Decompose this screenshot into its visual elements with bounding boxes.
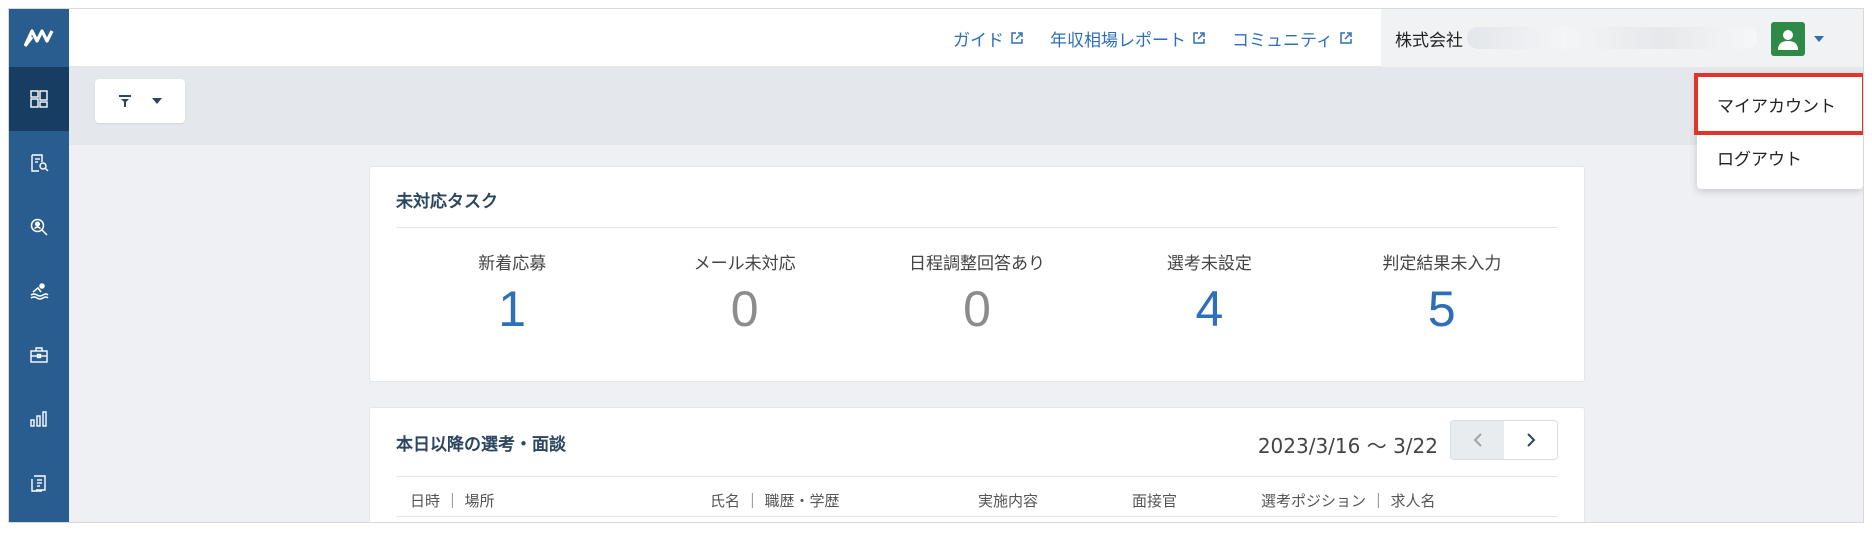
user-menu-dropdown: マイアカウント ログアウト: [1694, 73, 1863, 189]
stat-value: 0: [730, 281, 759, 337]
user-menu-toggle[interactable]: [1771, 22, 1825, 56]
stat-value: 4: [1195, 281, 1224, 337]
stat-label: メール未対応: [693, 254, 796, 274]
nav-search[interactable]: [9, 195, 69, 259]
nav-reports[interactable]: [9, 387, 69, 451]
bar-chart-icon: [30, 411, 47, 427]
week-pager: [1450, 420, 1558, 460]
table-header-divider: [396, 516, 1558, 517]
stat-selection-unset[interactable]: 選考未設定 4: [1093, 249, 1325, 334]
stat-new-applications[interactable]: 新着応募 1: [396, 249, 628, 334]
avatar: [1771, 22, 1805, 56]
external-link-icon: [1011, 32, 1023, 44]
column-header-datetime[interactable]: 日時 ｜ 場所: [410, 490, 495, 511]
stat-label: 新着応募: [478, 254, 547, 274]
salary-report-link[interactable]: 年収相場レポート: [1050, 26, 1206, 51]
briefcase-icon: [30, 347, 48, 363]
stat-label: 判定結果未入力: [1382, 254, 1502, 274]
pending-tasks-title: 未対応タスク: [396, 192, 498, 212]
highlight-box: [1694, 73, 1863, 135]
task-stats: 新着応募 1 メール未対応 0 日程調整回答あり 0 選考未設定 4 判定結果未…: [396, 249, 1558, 334]
stat-unanswered-mail[interactable]: メール未対応 0: [628, 249, 860, 334]
caret-down-icon: [152, 98, 162, 104]
filter-button[interactable]: [95, 79, 185, 123]
date-range: 2023/3/16 〜 3/22: [1257, 434, 1438, 458]
app-window: ガイド 年収相場レポート コミュニティ 株式会社 未対応タスク 新着応募 1 メ…: [8, 8, 1864, 523]
external-link-icon: [1193, 32, 1205, 44]
next-week-button[interactable]: [1504, 421, 1557, 459]
caret-down-icon: [1814, 36, 1824, 42]
person-search-icon: [30, 218, 48, 236]
logout-label: ログアウト: [1717, 149, 1802, 170]
filter-icon: [119, 95, 131, 107]
chevron-left-icon: [1473, 433, 1482, 447]
header-links: ガイド 年収相場レポート コミュニティ: [953, 9, 1353, 67]
guide-link[interactable]: ガイド: [953, 26, 1024, 51]
sidebar: [9, 9, 69, 522]
guide-link-label: ガイド: [953, 30, 1005, 51]
dashboard-icon: [30, 90, 48, 108]
nav-swim[interactable]: [9, 259, 69, 323]
upcoming-interviews-title: 本日以降の選考・面談: [396, 435, 566, 455]
upcoming-interviews-card: 本日以降の選考・面談 2023/3/16 〜 3/22 日時 ｜ 場所 氏名 ｜…: [369, 407, 1585, 522]
stat-schedule-replies[interactable]: 日程調整回答あり 0: [861, 249, 1093, 334]
community-link[interactable]: コミュニティ: [1232, 26, 1353, 51]
stat-label: 日程調整回答あり: [909, 254, 1046, 274]
logout-menu-item[interactable]: ログアウト: [1697, 133, 1863, 181]
nav-applicants[interactable]: [9, 131, 69, 195]
salary-report-link-label: 年収相場レポート: [1050, 30, 1187, 51]
previous-week-button[interactable]: [1451, 421, 1504, 459]
column-header-name[interactable]: 氏名 ｜ 職歴・学歴: [710, 490, 840, 511]
card-divider: [396, 476, 1558, 477]
filter-toolbar: [69, 67, 1863, 145]
pending-tasks-card: 未対応タスク 新着応募 1 メール未対応 0 日程調整回答あり 0 選考未設定 …: [369, 166, 1585, 382]
column-header-content[interactable]: 実施内容: [978, 490, 1038, 511]
chevron-right-icon: [1526, 433, 1535, 447]
community-link-label: コミュニティ: [1232, 30, 1333, 51]
stat-value: 1: [498, 281, 527, 337]
stat-result-not-entered[interactable]: 判定結果未入力 5: [1326, 249, 1558, 334]
nav-dashboard[interactable]: [9, 67, 69, 131]
company-name: 株式会社: [1395, 30, 1463, 51]
logo-mark-icon: [24, 29, 54, 47]
nav-jobs[interactable]: [9, 323, 69, 387]
stat-label: 選考未設定: [1166, 254, 1252, 274]
swimmer-icon: [30, 283, 49, 300]
external-link-icon: [1340, 32, 1352, 44]
card-divider: [396, 227, 1558, 228]
document-stack-icon: [31, 475, 46, 492]
stat-value: 0: [963, 281, 991, 337]
column-header-interviewer[interactable]: 面接官: [1132, 490, 1177, 511]
stat-value: 5: [1427, 281, 1456, 337]
top-header: ガイド 年収相場レポート コミュニティ 株式会社: [69, 9, 1863, 67]
nav-documents[interactable]: [9, 451, 69, 515]
document-search-icon: [31, 154, 49, 172]
column-header-position[interactable]: 選考ポジション ｜ 求人名: [1261, 490, 1436, 511]
company-name-redacted: [1467, 27, 1757, 49]
user-icon: [1778, 30, 1798, 50]
app-logo[interactable]: [9, 9, 69, 67]
